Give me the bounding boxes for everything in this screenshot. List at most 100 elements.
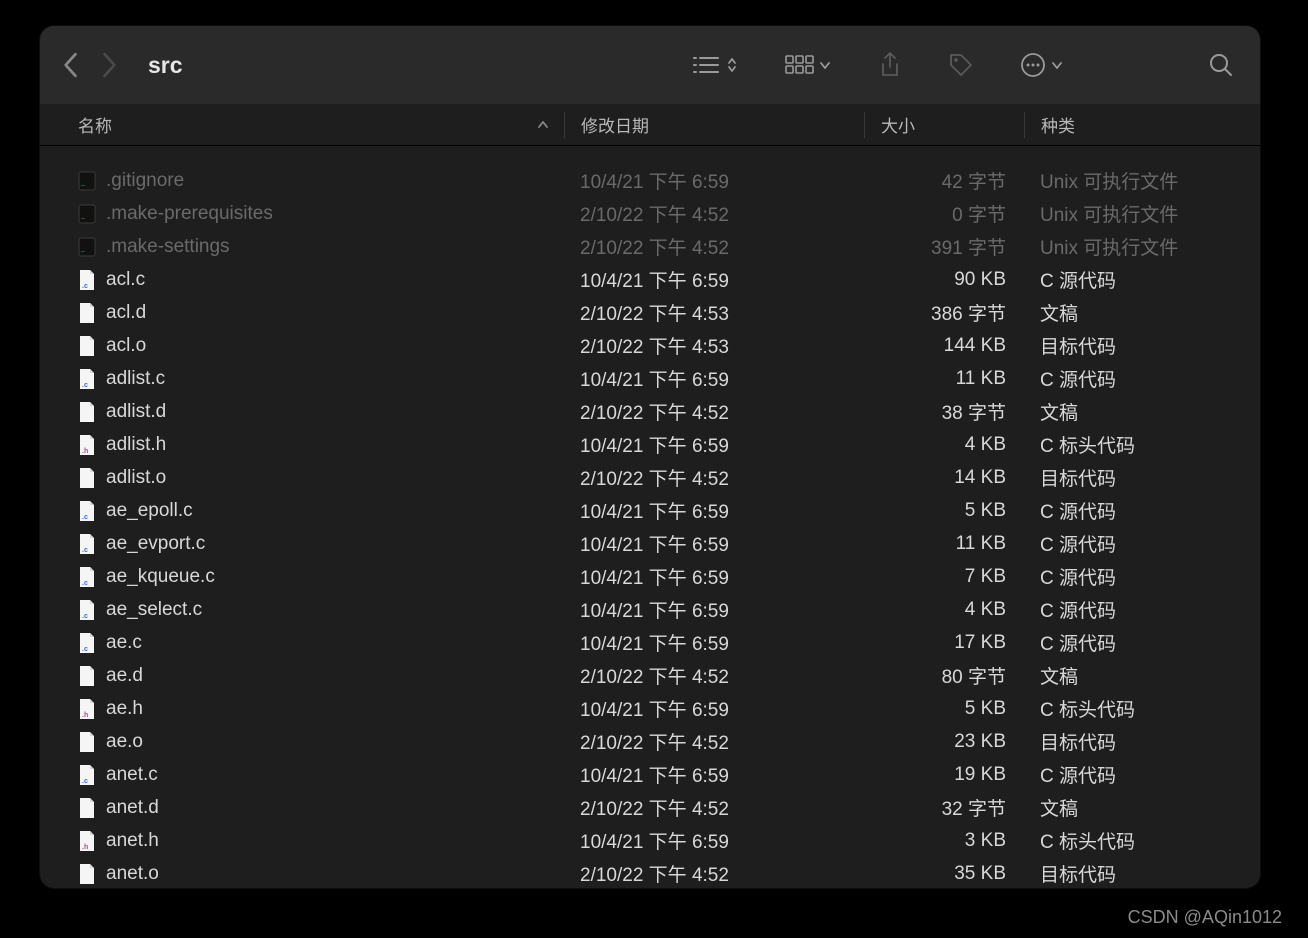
file-row[interactable]: .hanet.h10/4/21 下午 6:593 KBC 标头代码 (40, 824, 1260, 857)
file-size: 5 KB (965, 500, 1006, 521)
file-row[interactable]: ae.o2/10/22 下午 4:5223 KB目标代码 (40, 725, 1260, 758)
file-name: .make-settings (106, 236, 230, 258)
more-button[interactable] (1016, 48, 1068, 82)
file-row[interactable]: .hadlist.h10/4/21 下午 6:594 KBC 标头代码 (40, 428, 1260, 461)
file-row[interactable]: adlist.o 2/10/22 下午 4:52 14 KB 目标代码 (40, 461, 1260, 494)
file-row[interactable]: acl.o2/10/22 下午 4:53144 KB目标代码 (40, 329, 1260, 362)
file-size: 386 字节 (931, 304, 1006, 325)
file-row[interactable]: anet.o2/10/22 下午 4:5235 KB目标代码 (40, 857, 1260, 888)
file-row[interactable]: .hae.h10/4/21 下午 6:595 KBC 标头代码 (40, 692, 1260, 725)
toolbar: src (40, 26, 1260, 104)
column-header-kind[interactable]: 种类 (1024, 112, 1260, 138)
column-headers: 名称 修改日期 大小 种类 (40, 104, 1260, 146)
group-button[interactable] (780, 50, 836, 80)
column-header-size[interactable]: 大小 (864, 112, 1024, 138)
file-row[interactable]: acl.d2/10/22 下午 4:53386 字节文稿 (40, 296, 1260, 329)
document-file-icon (78, 863, 96, 885)
file-name: adlist.h (106, 434, 166, 456)
back-button[interactable] (62, 52, 78, 78)
file-row[interactable]: .cae_epoll.c10/4/21 下午 6:595 KBC 源代码 (40, 494, 1260, 527)
file-size: 11 KB (956, 533, 1006, 554)
svg-text:.h: .h (82, 712, 88, 719)
exec-file-icon: _ (78, 203, 96, 225)
share-button[interactable] (874, 47, 906, 83)
file-row[interactable]: .cacl.c10/4/21 下午 6:5990 KBC 源代码 (40, 263, 1260, 296)
column-label: 大小 (881, 112, 915, 137)
forward-button[interactable] (102, 52, 118, 78)
file-name: adlist.o (106, 467, 166, 489)
file-list: _.gitignore10/4/21 下午 6:5942 字节Unix 可执行文… (40, 146, 1260, 888)
search-button[interactable] (1204, 48, 1238, 82)
file-kind: Unix 可执行文件 (1040, 238, 1178, 259)
file-row[interactable]: _.gitignore10/4/21 下午 6:5942 字节Unix 可执行文… (40, 164, 1260, 197)
file-kind: C 源代码 (1040, 634, 1116, 655)
file-size: 19 KB (954, 764, 1006, 785)
file-name: .gitignore (106, 170, 184, 192)
file-name: anet.o (106, 863, 159, 885)
file-row[interactable]: ae.d2/10/22 下午 4:5280 字节文稿 (40, 659, 1260, 692)
file-kind: Unix 可执行文件 (1040, 205, 1178, 226)
svg-text:.h: .h (82, 844, 88, 851)
file-name: ae.o (106, 731, 143, 753)
file-date: 2/10/22 下午 4:52 (580, 733, 729, 754)
chevron-down-icon (818, 58, 832, 72)
file-name: acl.o (106, 335, 146, 357)
file-kind: 目标代码 (1040, 469, 1116, 490)
svg-text:_: _ (80, 179, 85, 186)
file-kind: 文稿 (1040, 304, 1078, 325)
file-date: 10/4/21 下午 6:59 (580, 535, 729, 556)
file-date: 2/10/22 下午 4:52 (580, 403, 729, 424)
file-name: ae.h (106, 698, 143, 720)
file-kind: C 源代码 (1040, 535, 1116, 556)
file-row[interactable]: .cadlist.c10/4/21 下午 6:5911 KBC 源代码 (40, 362, 1260, 395)
file-size: 14 KB (954, 467, 1006, 488)
svg-text:_: _ (80, 245, 85, 252)
file-size: 3 KB (965, 830, 1006, 851)
file-date: 2/10/22 下午 4:52 (580, 469, 729, 490)
column-label: 种类 (1041, 112, 1075, 137)
file-row[interactable]: _.make-settings2/10/22 下午 4:52391 字节Unix… (40, 230, 1260, 263)
file-row[interactable]: .cae_kqueue.c10/4/21 下午 6:597 KBC 源代码 (40, 560, 1260, 593)
file-row[interactable]: .cae_select.c10/4/21 下午 6:594 KBC 源代码 (40, 593, 1260, 626)
tag-button[interactable] (944, 48, 978, 82)
document-file-icon (78, 797, 96, 819)
file-kind: 文稿 (1040, 667, 1078, 688)
file-row[interactable]: .cae.c10/4/21 下午 6:5917 KBC 源代码 (40, 626, 1260, 659)
file-size: 4 KB (965, 599, 1006, 620)
file-name: adlist.c (106, 368, 165, 390)
file-name: .make-prerequisites (106, 203, 273, 225)
file-size: 11 KB (956, 368, 1006, 389)
file-date: 10/4/21 下午 6:59 (580, 766, 729, 787)
document-file-icon (78, 731, 96, 753)
file-date: 10/4/21 下午 6:59 (580, 502, 729, 523)
file-size: 17 KB (954, 632, 1006, 653)
file-date: 2/10/22 下午 4:52 (580, 238, 729, 259)
file-date: 10/4/21 下午 6:59 (580, 271, 729, 292)
document-file-icon (78, 302, 96, 324)
file-date: 2/10/22 下午 4:52 (580, 667, 729, 688)
file-row[interactable]: adlist.d2/10/22 下午 4:5238 字节文稿 (40, 395, 1260, 428)
file-date: 10/4/21 下午 6:59 (580, 700, 729, 721)
file-size: 4 KB (965, 434, 1006, 455)
file-row[interactable]: anet.d2/10/22 下午 4:5232 字节文稿 (40, 791, 1260, 824)
view-list-button[interactable] (688, 50, 742, 80)
file-row[interactable]: _.make-prerequisites2/10/22 下午 4:520 字节U… (40, 197, 1260, 230)
file-name: acl.c (106, 269, 145, 291)
column-header-date[interactable]: 修改日期 (564, 112, 864, 138)
file-date: 2/10/22 下午 4:52 (580, 205, 729, 226)
file-name: ae_epoll.c (106, 500, 193, 522)
file-row[interactable]: .canet.c10/4/21 下午 6:5919 KBC 源代码 (40, 758, 1260, 791)
svg-text:.c: .c (82, 778, 88, 785)
svg-text:.c: .c (82, 283, 88, 290)
window-title: src (148, 52, 183, 79)
file-kind: C 源代码 (1040, 502, 1116, 523)
file-name: ae_kqueue.c (106, 566, 215, 588)
svg-text:.c: .c (82, 646, 88, 653)
chevron-down-icon (1050, 58, 1064, 72)
file-kind: 文稿 (1040, 403, 1078, 424)
file-row[interactable]: .cae_evport.c10/4/21 下午 6:5911 KBC 源代码 (40, 527, 1260, 560)
file-date: 10/4/21 下午 6:59 (580, 172, 729, 193)
file-size: 23 KB (954, 731, 1006, 752)
column-header-name[interactable]: 名称 (46, 112, 564, 137)
file-size: 5 KB (965, 698, 1006, 719)
